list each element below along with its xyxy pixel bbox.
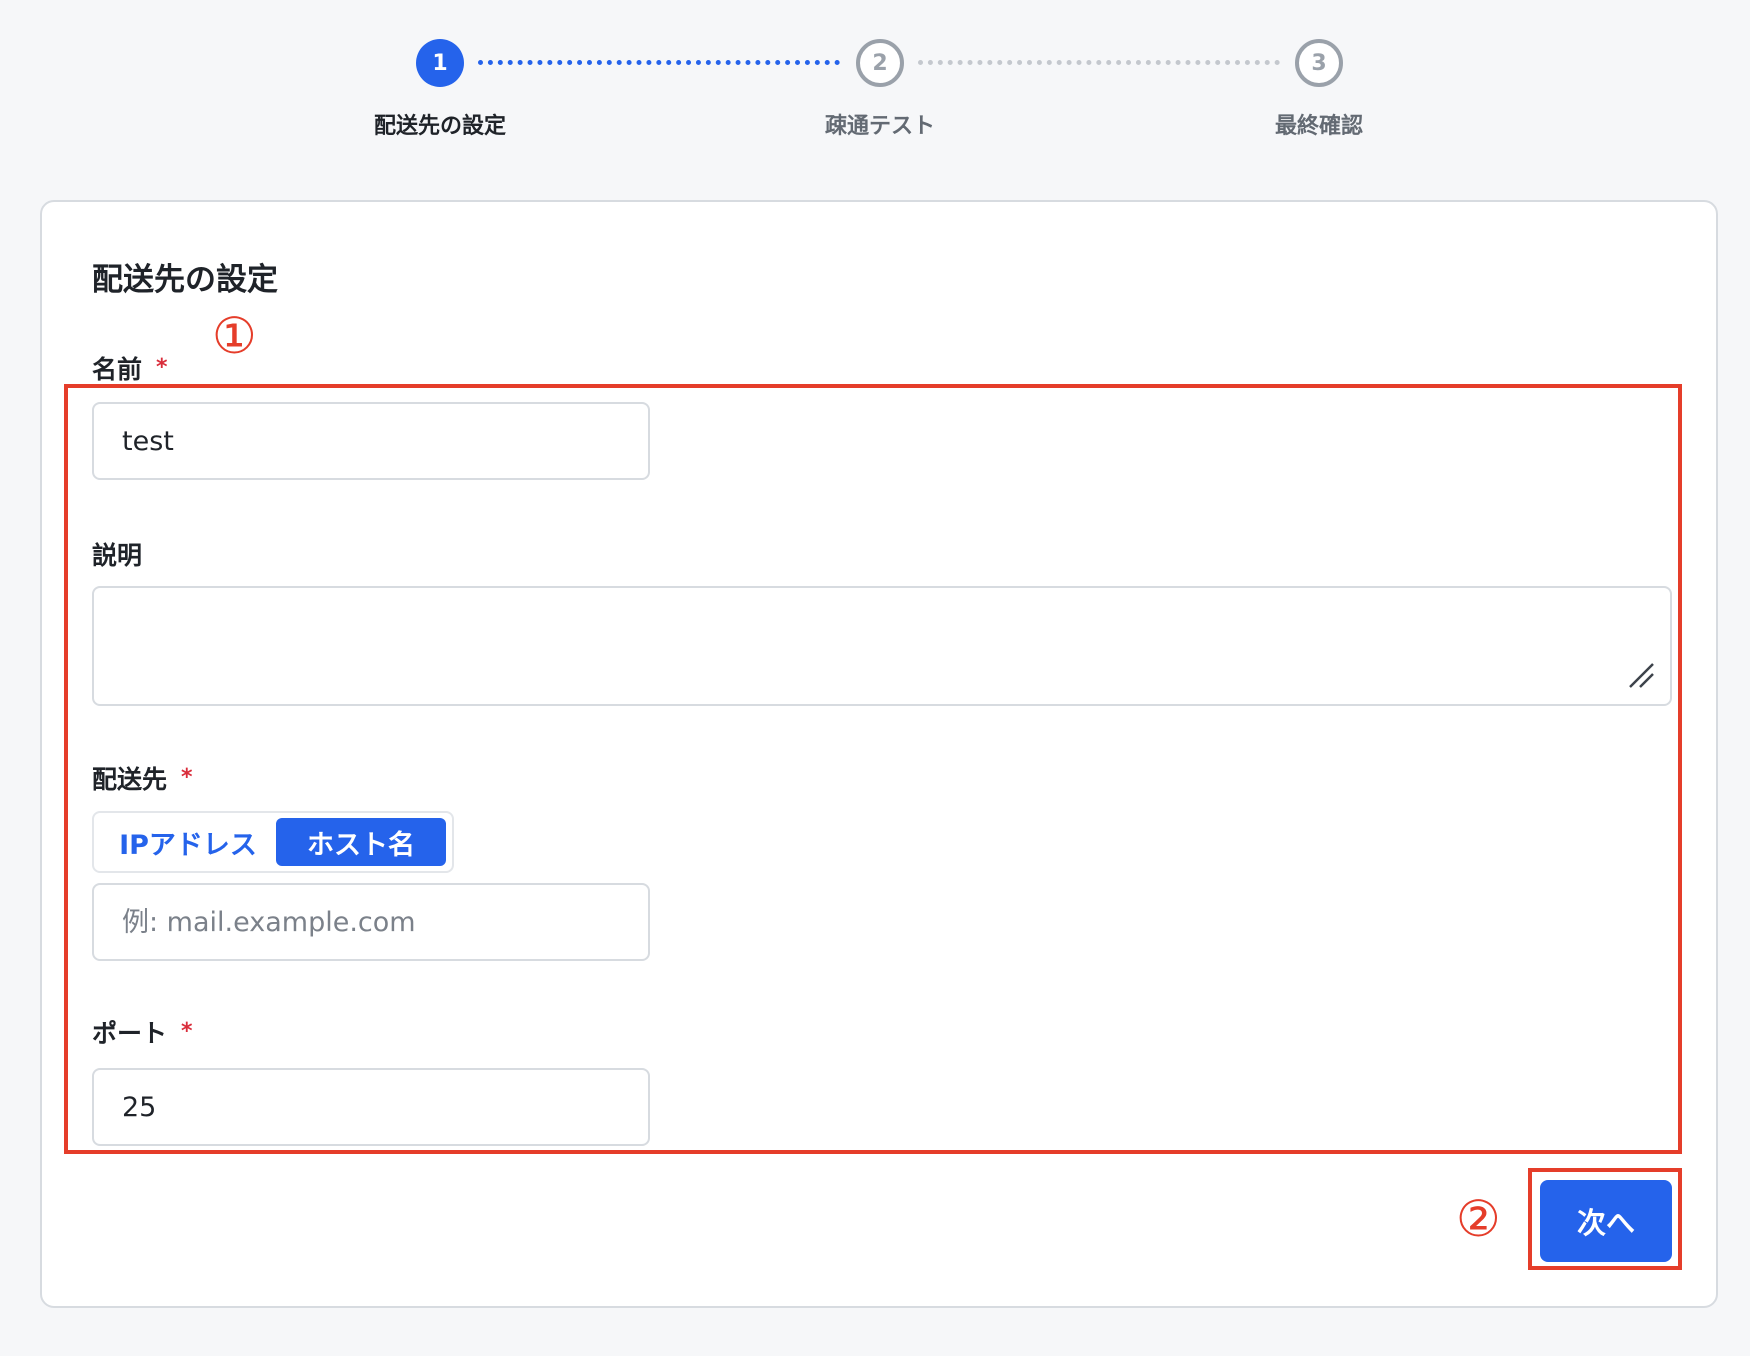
step-2-circle: 2 bbox=[856, 39, 904, 87]
step-3-number: 3 bbox=[1311, 50, 1327, 76]
step-2-label: 疎通テスト bbox=[824, 114, 935, 139]
annotation-marker-1: ① bbox=[212, 307, 257, 365]
required-mark: * bbox=[156, 355, 168, 380]
name-label-text: 名前 bbox=[92, 355, 143, 384]
annotation-box-1 bbox=[64, 384, 1682, 1154]
card-title: 配送先の設定 bbox=[92, 262, 278, 298]
name-label: 名前 * bbox=[92, 350, 168, 386]
step-connector-2 bbox=[918, 60, 1280, 65]
step-2-number: 2 bbox=[872, 50, 888, 76]
stepper: 1 2 3 配送先の設定 疎通テスト 最終確認 bbox=[0, 0, 1750, 160]
step-1-circle: 1 bbox=[416, 39, 464, 87]
annotation-box-2 bbox=[1528, 1168, 1682, 1270]
step-connector-1 bbox=[478, 60, 840, 65]
step-3-label: 最終確認 bbox=[1274, 114, 1363, 139]
step-1-number: 1 bbox=[432, 50, 448, 76]
step-1-label: 配送先の設定 bbox=[373, 114, 506, 139]
annotation-marker-2: ② bbox=[1456, 1190, 1501, 1248]
step-3-circle: 3 bbox=[1295, 39, 1343, 87]
